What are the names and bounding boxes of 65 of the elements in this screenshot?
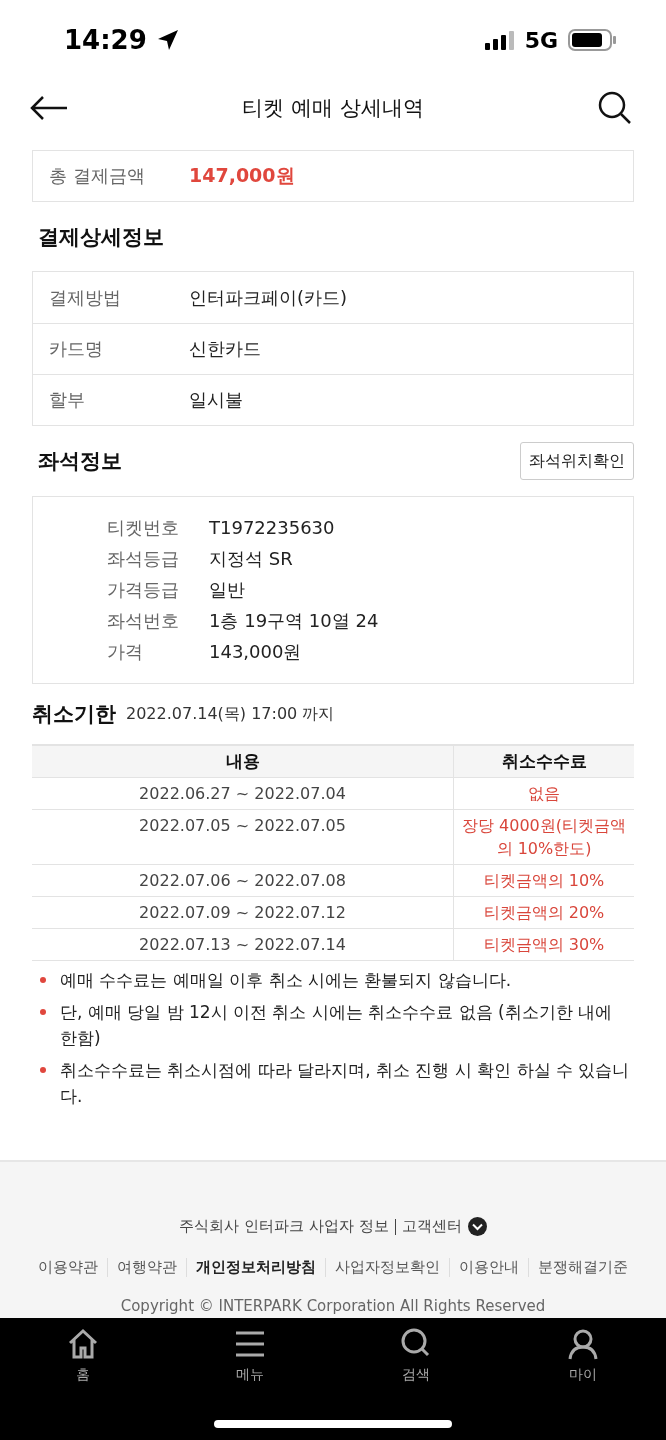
field-value: 인터파크페이(카드) bbox=[189, 285, 348, 310]
field-label: 티켓번호 bbox=[107, 515, 180, 540]
note-text: 단, 예매 당일 밤 12시 이전 취소 시에는 취소수수료 없음 (취소기한 내에 한함) bbox=[60, 1001, 614, 1050]
bullet-dot bbox=[40, 1009, 46, 1015]
tab-bar-item[interactable]: 검색 bbox=[333, 1328, 500, 1384]
field-label: 카드명 bbox=[49, 337, 104, 361]
field-value: 신한카드 bbox=[189, 337, 261, 361]
table-cell-text: 2022.07.09 ~ 2022.07.12 bbox=[138, 902, 347, 924]
seat-location-button[interactable]: 좌석위치확인 bbox=[520, 442, 634, 480]
total-amount: 147,000원 bbox=[189, 163, 295, 188]
column-header: 내용 bbox=[224, 750, 261, 773]
tab-bar-item[interactable]: 마이 bbox=[499, 1328, 666, 1384]
field-label: 결제방법 bbox=[49, 285, 122, 310]
chevron-down-icon[interactable] bbox=[467, 1217, 487, 1236]
page-title: 티켓 예매 상세내역 bbox=[242, 95, 424, 122]
support-link[interactable]: 고객센터 bbox=[401, 1217, 462, 1236]
field-label: 가격등급 bbox=[107, 577, 180, 602]
status-time: 14:29 bbox=[64, 25, 147, 55]
footer-link[interactable]: 여행약관 bbox=[107, 1258, 186, 1277]
field-label: 좌석등급 bbox=[107, 546, 180, 571]
field-value: 1층 19구역 10열 24 bbox=[209, 608, 379, 633]
note-text: 취소수수료는 취소시점에 따라 달라지며, 취소 진행 시 확인 하실 수 있습니다. bbox=[60, 1059, 631, 1108]
note-text: 예매 수수료는 예매일 이후 취소 시에는 환불되지 않습니다. bbox=[60, 969, 512, 992]
home-icon bbox=[67, 1328, 100, 1360]
search-button[interactable] bbox=[598, 91, 632, 125]
section-title: 취소기한 bbox=[32, 701, 116, 728]
person-icon bbox=[566, 1328, 599, 1360]
field-label: 좌석번호 bbox=[107, 608, 180, 633]
table-cell: 티켓금액의 30% bbox=[453, 929, 634, 960]
deadline-text: 2022.07.14(목) 17:00 까지 bbox=[126, 703, 335, 725]
tab-bar-item[interactable]: 홈 bbox=[0, 1328, 167, 1384]
field-value: 지정석 SR bbox=[209, 546, 293, 571]
table-cell-text: 2022.07.06 ~ 2022.07.08 bbox=[138, 870, 347, 892]
field-value: 일시불 bbox=[189, 388, 243, 412]
field-label: 할부 bbox=[49, 388, 86, 412]
footer-link[interactable]: 이용안내 bbox=[449, 1258, 528, 1277]
field-value: 143,000원 bbox=[209, 639, 302, 664]
company-info-link[interactable]: 주식회사 인터파크 사업자 정보 bbox=[179, 1217, 389, 1236]
table-cell: 장당 4000원(티켓금액의 10%한도) bbox=[453, 810, 634, 864]
table-cell-text: 2022.06.27 ~ 2022.07.04 bbox=[138, 783, 347, 805]
field-value: 일반 bbox=[209, 577, 245, 602]
section-title: 결제상세정보 bbox=[37, 223, 164, 251]
section-title: 좌석정보 bbox=[37, 448, 122, 475]
battery-icon bbox=[568, 29, 616, 51]
column-header: 취소수수료 bbox=[453, 746, 634, 777]
footer-link[interactable]: 분쟁해결기준 bbox=[528, 1258, 637, 1277]
table-cell: 없음 bbox=[453, 778, 634, 809]
footer-link[interactable]: 개인정보처리방침 bbox=[186, 1258, 325, 1277]
field-value: T1972235630 bbox=[209, 517, 335, 538]
tab-bar-item[interactable]: 메뉴 bbox=[166, 1328, 333, 1384]
table-cell-text: 2022.07.05 ~ 2022.07.05 bbox=[138, 815, 347, 837]
table-cell: 티켓금액의 20% bbox=[453, 897, 634, 928]
bullet-dot bbox=[40, 977, 46, 983]
field-label: 가격 bbox=[107, 639, 144, 664]
footer-link[interactable]: 이용약관 bbox=[29, 1258, 107, 1277]
location-arrow-icon bbox=[156, 29, 179, 51]
total-label: 총 결제금액 bbox=[49, 164, 146, 188]
bullet-dot bbox=[40, 1067, 46, 1073]
table-cell-text: 2022.07.13 ~ 2022.07.14 bbox=[138, 934, 347, 956]
network-label: 5G bbox=[524, 27, 558, 53]
copyright-text: Copyright © INTERPARK Corporation All Rights Reserved bbox=[120, 1297, 546, 1315]
footer-link[interactable]: 사업자정보확인 bbox=[325, 1258, 449, 1277]
table-cell: 티켓금액의 10% bbox=[453, 865, 634, 896]
signal-icon bbox=[484, 30, 515, 50]
back-button[interactable] bbox=[30, 96, 68, 120]
